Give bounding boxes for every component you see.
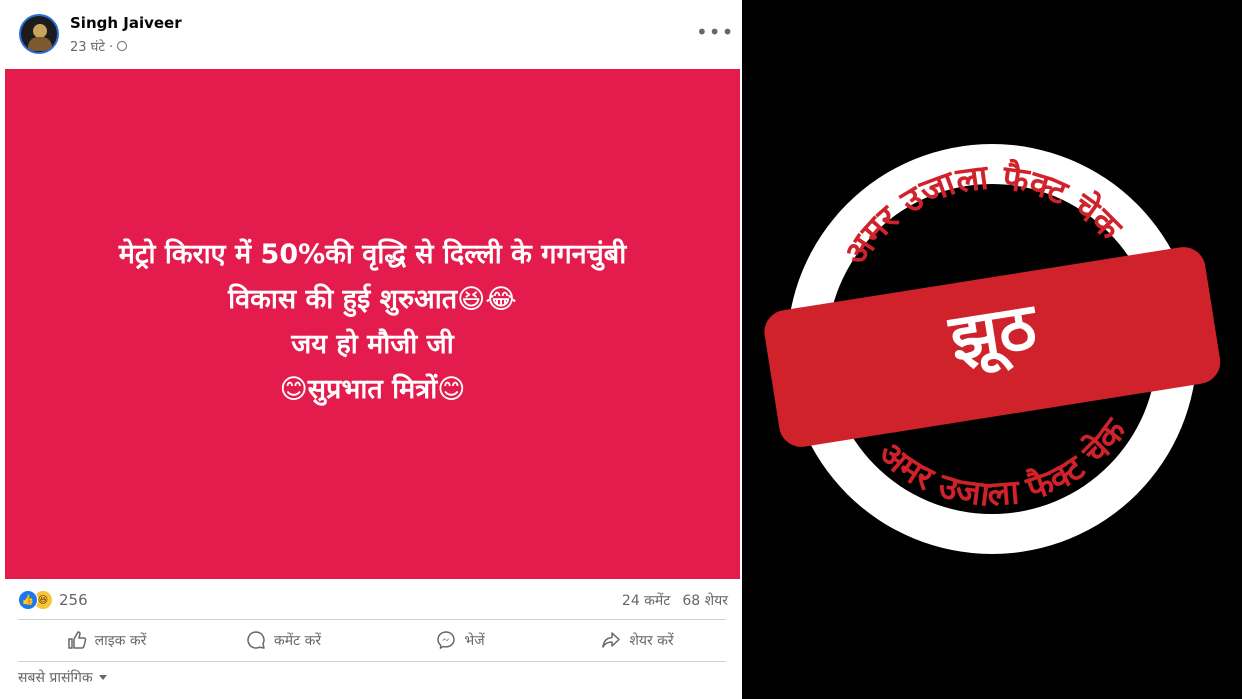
comment-count[interactable]: 24 कमेंट	[622, 591, 670, 610]
post-meta: 23 घंटे ·	[70, 37, 128, 55]
avatar[interactable]	[19, 14, 59, 54]
thumbs-up-icon	[67, 631, 86, 649]
send-label: भेजें	[464, 632, 485, 649]
fact-check-stamp: अमर उजाला फैक्ट चेक अमर उजाला फैक्ट चेक …	[742, 0, 1242, 699]
post-text-line: विकास की हुई शुरुआत😆😂	[228, 283, 517, 315]
share-button[interactable]: शेयर करें	[549, 624, 726, 656]
like-button[interactable]: लाइक करें	[18, 624, 195, 656]
post-text-line: जय हो मौजी जी	[291, 328, 454, 360]
globe-icon	[117, 41, 128, 51]
reaction-count: 256	[59, 591, 88, 609]
post-text-line: मेट्रो किराए में 50%की वृद्धि से दिल्ली …	[118, 238, 627, 270]
comment-label: कमेंट करें	[273, 632, 322, 649]
avatar-head	[33, 24, 47, 38]
comment-bubble-icon	[247, 631, 265, 649]
comment-button[interactable]: कमेंट करें	[195, 624, 372, 656]
share-label: शेयर करें	[629, 632, 674, 649]
post-text-line: 😊सुप्रभात मित्रों😊	[279, 373, 466, 405]
share-count[interactable]: 68 शेयर	[682, 591, 728, 610]
reactions-summary[interactable]: 👍 😆 256	[18, 590, 88, 610]
facebook-post-card: Singh Jaiveer 23 घंटे · ••• मेट्रो किराए…	[0, 0, 742, 699]
engagement-counts: 24 कमेंट 68 शेयर	[622, 591, 728, 610]
post-header: Singh Jaiveer 23 घंटे · •••	[0, 0, 742, 68]
divider	[18, 661, 726, 662]
author-name[interactable]: Singh Jaiveer	[70, 14, 182, 32]
messenger-icon	[437, 631, 456, 650]
divider	[18, 619, 726, 620]
avatar-body	[28, 37, 52, 51]
comment-sort-dropdown[interactable]: सबसे प्रासंगिक	[18, 668, 107, 687]
like-reaction-icon: 👍	[18, 590, 38, 610]
send-button[interactable]: भेजें	[372, 624, 549, 656]
like-label: लाइक करें	[94, 632, 147, 649]
sort-label: सबसे प्रासंगिक	[18, 670, 93, 686]
share-arrow-icon	[602, 632, 621, 648]
post-image[interactable]: मेट्रो किराए में 50%की वृद्धि से दिल्ली …	[5, 69, 740, 579]
action-bar: लाइक करें कमेंट करें भेजें शेयर करें	[18, 624, 726, 656]
post-text: मेट्रो किराए में 50%की वृद्धि से दिल्ली …	[119, 232, 626, 412]
more-options-button[interactable]: •••	[696, 20, 734, 44]
chevron-down-icon	[98, 675, 107, 680]
post-time[interactable]: 23 घंटे ·	[70, 37, 113, 55]
